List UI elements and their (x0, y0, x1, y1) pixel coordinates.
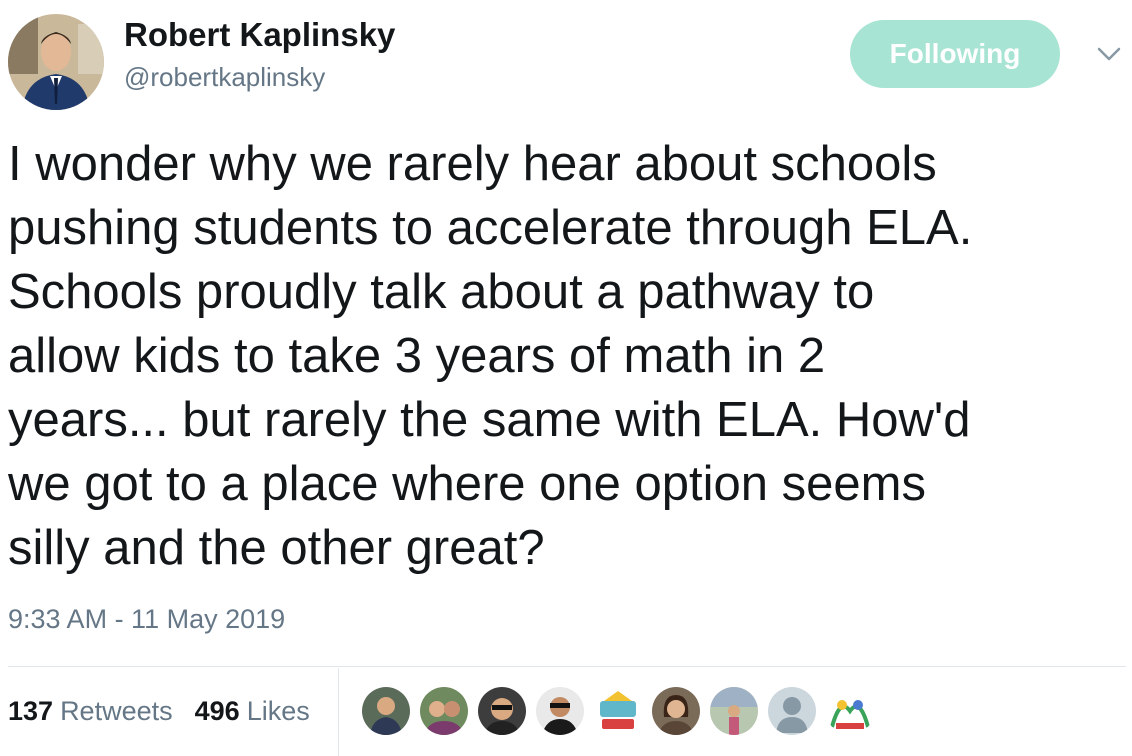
tweet-text: I wonder why we rarely hear about school… (8, 137, 973, 575)
liker-avatar[interactable] (420, 687, 468, 735)
liker-avatar[interactable] (478, 687, 526, 735)
default-avatar-icon[interactable] (768, 687, 816, 735)
retweets-label: Retweets (60, 695, 173, 726)
retweets-stat[interactable]: 137 Retweets (8, 696, 173, 727)
tweet-timestamp[interactable]: 9:33 AM - 11 May 2019 (8, 604, 285, 635)
liker-avatar[interactable] (710, 687, 758, 735)
likes-count: 496 (194, 695, 240, 726)
likers-avatars (362, 687, 884, 737)
following-button[interactable]: Following (850, 20, 1060, 88)
retweets-count: 137 (8, 695, 54, 726)
liker-avatar[interactable] (826, 687, 874, 735)
author-name[interactable]: Robert Kaplinsky (124, 16, 395, 54)
liker-avatar[interactable] (362, 687, 410, 735)
liker-avatar[interactable] (652, 687, 700, 735)
likes-label: Likes (246, 695, 310, 726)
tweet-stats: 137 Retweets 496 Likes (8, 686, 332, 736)
chevron-down-icon[interactable] (1096, 44, 1122, 64)
tweet-header: Robert Kaplinsky @robertkaplinsky Follow… (0, 0, 1132, 110)
likes-stat[interactable]: 496 Likes (195, 696, 310, 727)
author-handle[interactable]: @robertkaplinsky (124, 62, 325, 93)
divider (8, 666, 1126, 667)
author-avatar[interactable] (8, 14, 104, 110)
liker-avatar[interactable] (536, 687, 584, 735)
stats-divider (338, 668, 339, 756)
liker-avatar[interactable] (594, 687, 642, 735)
